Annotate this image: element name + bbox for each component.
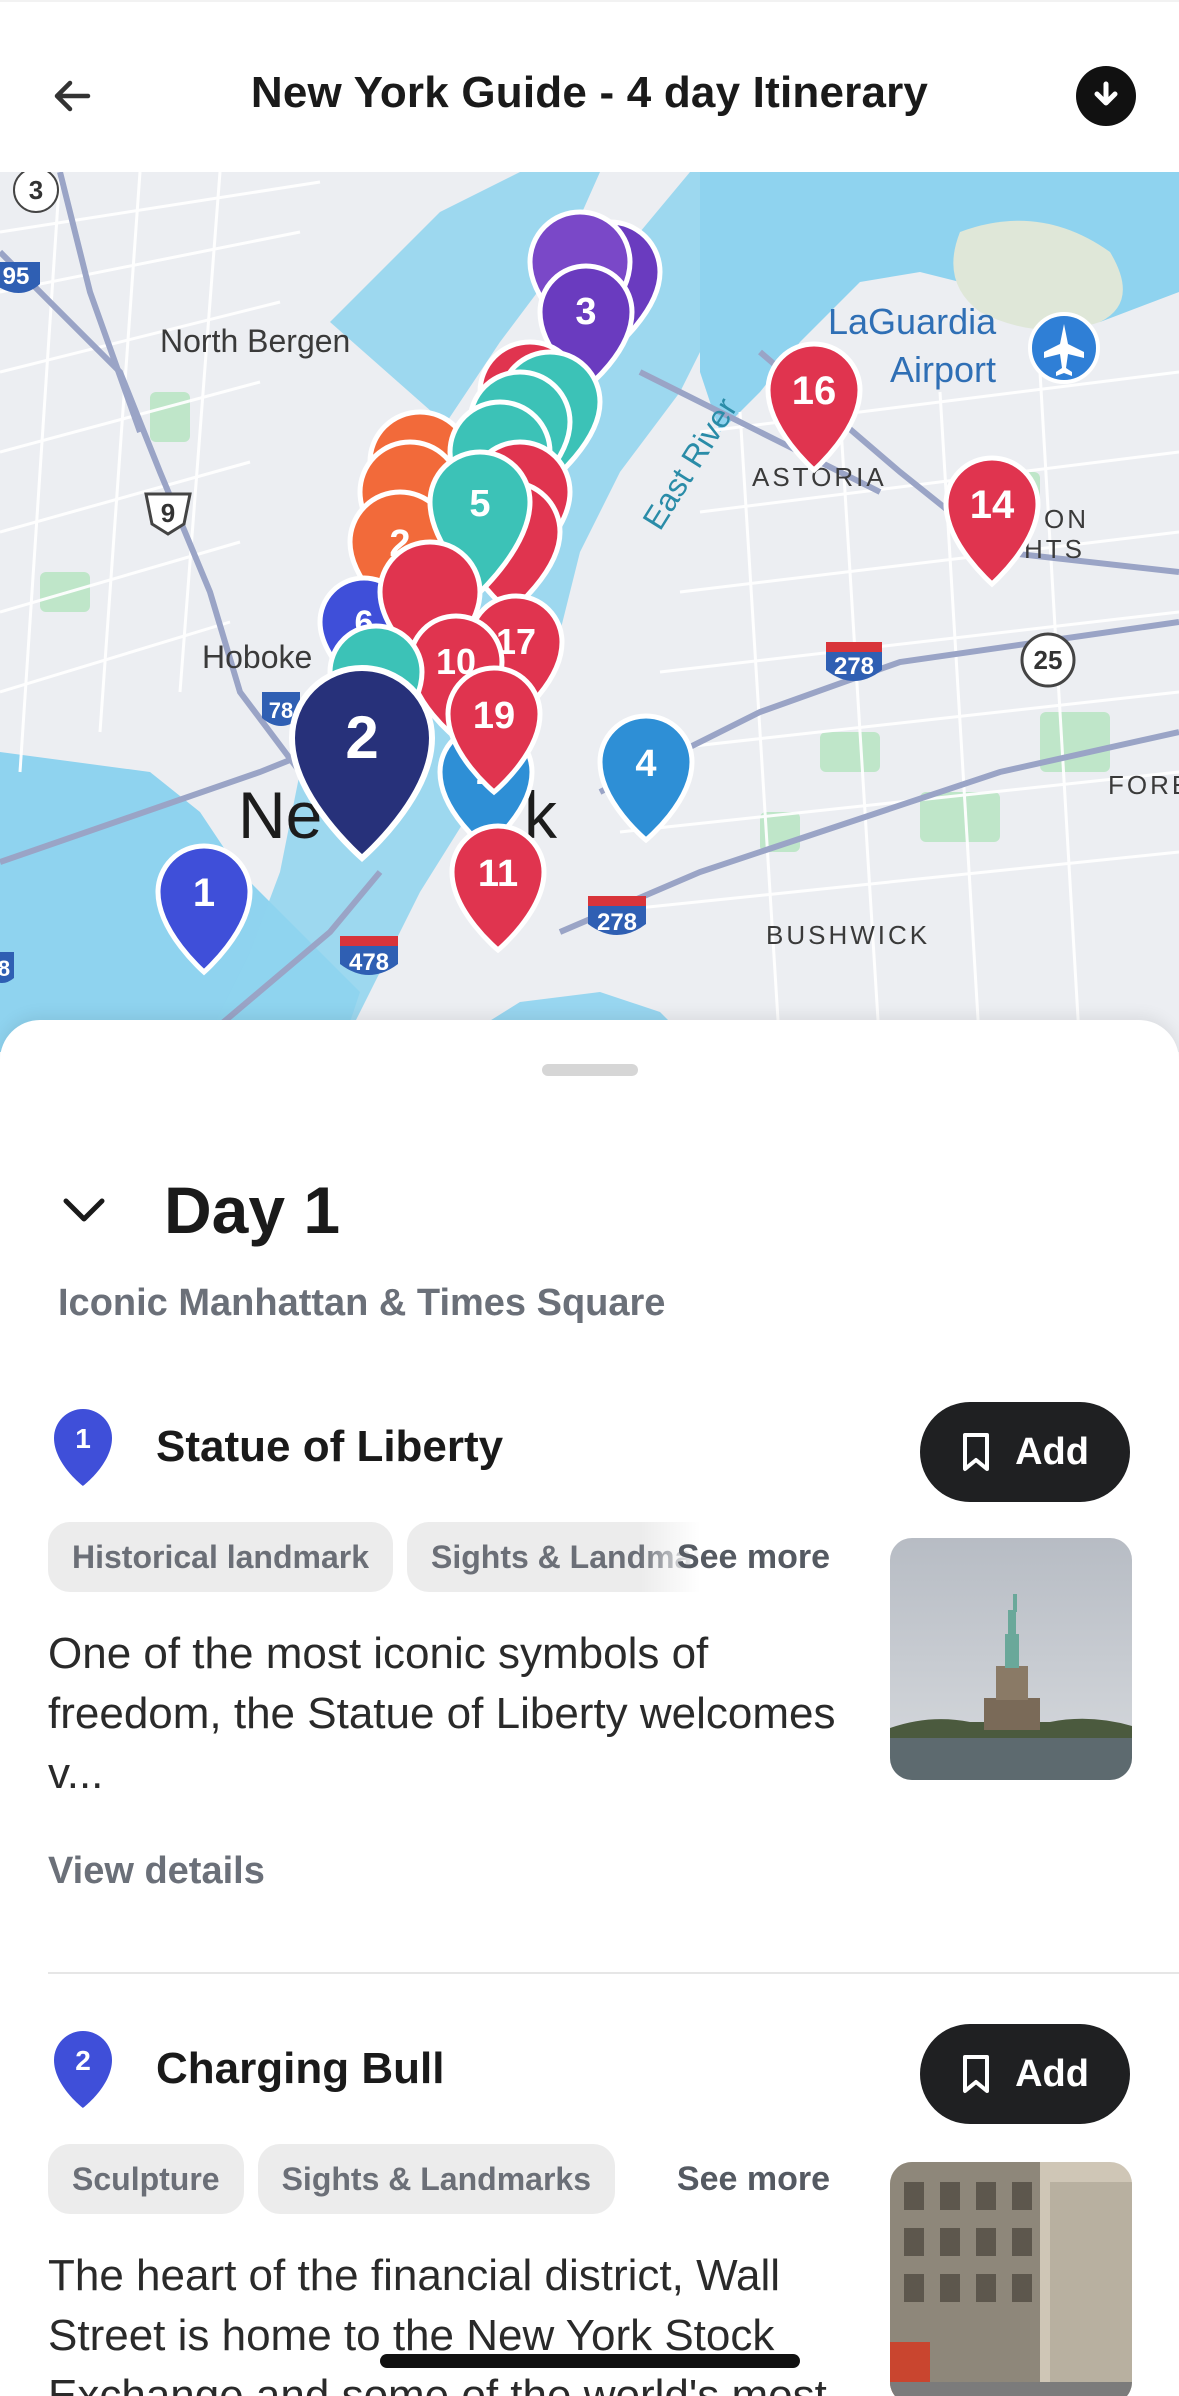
bookmark-icon [963, 2055, 990, 2093]
svg-text:16: 16 [792, 369, 837, 413]
place-name[interactable]: Statue of Liberty [156, 1422, 503, 1472]
day-subtitle: Iconic Manhattan & Times Square [58, 1282, 666, 1324]
shield-278-a: 278 [826, 642, 882, 681]
shield-25: 25 [1020, 632, 1076, 688]
svg-text:8: 8 [0, 956, 10, 981]
svg-text:278: 278 [597, 909, 637, 936]
see-more-link[interactable]: See more [640, 1522, 840, 1592]
tag[interactable]: Sculpture [48, 2144, 244, 2214]
add-button-label: Add [1015, 1430, 1089, 1473]
svg-text:14: 14 [970, 483, 1015, 527]
shield-478: 478 [340, 936, 398, 976]
svg-text:1: 1 [75, 1423, 91, 1454]
top-bar: New York Guide - 4 day Itinerary [0, 0, 1179, 172]
place-photo[interactable] [890, 1538, 1132, 1780]
svg-text:95: 95 [3, 263, 30, 290]
add-button[interactable]: Add [920, 2024, 1130, 2124]
map-marker-11[interactable]: 11 [449, 823, 547, 954]
bookmark-icon [963, 1433, 990, 1471]
add-button-label: Add [1015, 2052, 1089, 2095]
svg-text:Airport: Airport [890, 349, 996, 390]
svg-text:9: 9 [161, 498, 175, 528]
map-label-north-bergen: North Bergen [160, 323, 350, 359]
tag[interactable]: Historical landmark [48, 1522, 393, 1592]
svg-text:3: 3 [29, 175, 43, 205]
svg-text:11: 11 [478, 853, 518, 895]
svg-text:ON: ON [1044, 504, 1089, 534]
map-label-hoboken: Hoboke [202, 639, 312, 675]
svg-text:478: 478 [349, 949, 389, 976]
place-index-badge: 2 [54, 2030, 112, 2108]
svg-text:4: 4 [635, 743, 656, 785]
itinerary-map[interactable]: 3 95 9 278 25 478 278 78 8 North Bergen … [0, 172, 1179, 1052]
map-marker-4[interactable]: 4 [597, 713, 695, 844]
divider [48, 1972, 1179, 1974]
map-label-forest: FORE [1108, 770, 1179, 800]
tag[interactable]: Sights & Landmarks [257, 2144, 615, 2214]
download-button[interactable] [1076, 66, 1136, 126]
page-title: New York Guide - 4 day Itinerary [250, 68, 929, 117]
svg-text:278: 278 [834, 653, 874, 680]
sheet-grabber[interactable] [542, 1064, 638, 1076]
day-header[interactable]: Day 1 [48, 1170, 340, 1250]
map-marker-16[interactable]: 16 [765, 341, 863, 474]
shield-278-b: 278 [588, 896, 646, 936]
place-index-badge: 1 [54, 1408, 112, 1486]
home-indicator[interactable] [380, 2354, 800, 2368]
svg-text:2: 2 [345, 704, 378, 771]
place-photo[interactable] [890, 2162, 1132, 2396]
shield-3: 3 [13, 172, 59, 213]
svg-text:78: 78 [269, 698, 293, 723]
day-title: Day 1 [164, 1173, 341, 1247]
map-label-bushwick: BUSHWICK [766, 920, 930, 950]
airplane-icon[interactable] [1028, 312, 1100, 384]
collapse-day-button[interactable] [48, 1174, 120, 1246]
shield-95: 95 [0, 262, 40, 293]
svg-text:1: 1 [193, 871, 215, 915]
svg-text:3: 3 [575, 291, 596, 333]
view-details-link[interactable]: View details [48, 1850, 265, 1893]
itinerary-sheet[interactable]: Day 1 Iconic Manhattan & Times Square 1 … [0, 1020, 1179, 2396]
map-marker-14[interactable]: 14 [943, 455, 1041, 588]
chevron-down-icon [63, 1198, 105, 1222]
place-description: The heart of the financial district, Wal… [48, 2251, 827, 2396]
svg-text:19: 19 [473, 695, 515, 737]
svg-text:HTS: HTS [1024, 534, 1085, 564]
shield-8: 8 [0, 952, 14, 983]
svg-text:2: 2 [75, 2045, 91, 2076]
map-label-laguardia: LaGuardia [828, 301, 997, 342]
svg-text:5: 5 [469, 483, 490, 525]
see-more-link[interactable]: See more [640, 2144, 840, 2214]
place-name[interactable]: Charging Bull [156, 2044, 444, 2094]
place-description: One of the most iconic symbols of freedo… [48, 1629, 836, 1798]
add-button[interactable]: Add [920, 1402, 1130, 1502]
download-icon [1094, 81, 1118, 106]
svg-text:25: 25 [1034, 645, 1063, 675]
